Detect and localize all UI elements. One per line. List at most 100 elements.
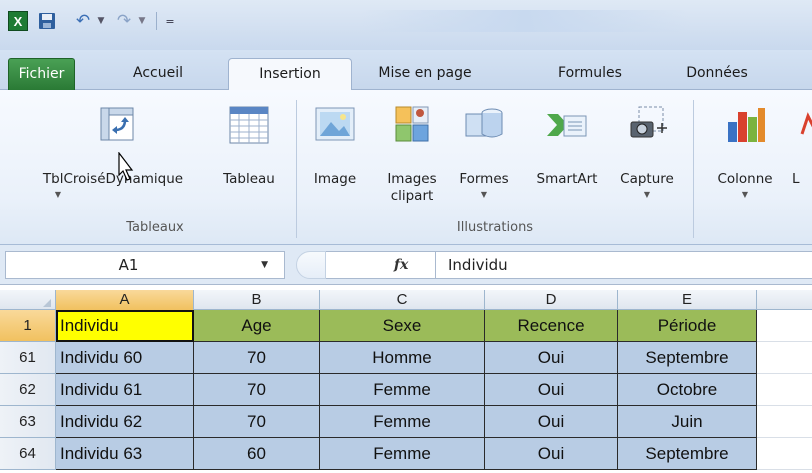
cell-c1[interactable]: Sexe [320, 310, 485, 342]
table-button[interactable]: Tableau [214, 96, 284, 214]
toolbar-separator [156, 12, 157, 30]
column-header-bar: A B C D E [0, 290, 812, 310]
undo-dropdown-icon[interactable]: ▼ [96, 11, 106, 31]
tab-insertion[interactable]: Insertion [228, 58, 352, 92]
column-header-c[interactable]: C [320, 290, 485, 310]
empty-cell[interactable] [757, 438, 812, 470]
shapes-icon [462, 104, 506, 150]
cell-b64[interactable]: 60 [194, 438, 320, 470]
cell-e63[interactable]: Juin [618, 406, 757, 438]
clipart-button[interactable]: Images clipart [377, 96, 447, 214]
smartart-icon [544, 104, 590, 150]
name-box[interactable]: A1 ▼ [5, 251, 285, 279]
cell-b62[interactable]: 70 [194, 374, 320, 406]
table-icon [227, 104, 271, 150]
image-button[interactable]: Image [304, 96, 366, 214]
tab-formules[interactable]: Formules [543, 58, 637, 90]
shapes-dropdown-icon[interactable]: ▼ [452, 190, 516, 199]
tab-fichier[interactable]: Fichier [8, 58, 75, 90]
image-icon [313, 104, 357, 148]
name-box-dropdown-icon[interactable]: ▼ [261, 252, 268, 278]
pivot-table-icon [97, 104, 137, 148]
row-header-1[interactable]: 1 [0, 310, 56, 342]
ribbon-panel: TblCroiséDynamique ▼ Tableau Tableaux Im… [0, 90, 812, 245]
empty-cell[interactable] [757, 374, 812, 406]
table-label: Tableau [223, 171, 275, 187]
cell-e64[interactable]: Septembre [618, 438, 757, 470]
cell-e1[interactable]: Période [618, 310, 757, 342]
capture-dropdown-icon[interactable]: ▼ [612, 190, 682, 199]
column-chart-button[interactable]: Colonne ▼ [703, 96, 787, 214]
save-icon[interactable] [38, 11, 56, 31]
cell-e61[interactable]: Septembre [618, 342, 757, 374]
line-chart-icon [800, 104, 812, 150]
group-label-tableaux: Tableaux [126, 220, 184, 235]
formula-bar-splitter[interactable] [296, 251, 326, 279]
cell-d64[interactable]: Oui [485, 438, 618, 470]
name-box-value: A1 [118, 256, 139, 274]
column-chart-icon [723, 104, 767, 150]
column-header-a[interactable]: A [56, 290, 194, 310]
select-all-corner[interactable] [0, 290, 56, 310]
pivot-table-button[interactable]: TblCroiséDynamique ▼ [4, 96, 222, 214]
ribbon-tabs: Fichier Accueil Insertion Mise en page F… [0, 50, 812, 92]
cell-d61[interactable]: Oui [485, 342, 618, 374]
column-dropdown-icon[interactable]: ▼ [703, 190, 787, 199]
pivot-table-label: TblCroiséDynamique [42, 171, 184, 187]
excel-app-icon[interactable]: X [8, 11, 28, 31]
cell-b63[interactable]: 70 [194, 406, 320, 438]
tab-accueil[interactable]: Accueil [118, 58, 198, 90]
smartart-button[interactable]: SmartArt [526, 96, 608, 214]
insert-function-icon[interactable]: fx [394, 245, 408, 285]
cell-d62[interactable]: Oui [485, 374, 618, 406]
row-header-62[interactable]: 62 [0, 374, 56, 406]
cell-c63[interactable]: Femme [320, 406, 485, 438]
capture-label: Capture [620, 171, 674, 187]
customize-toolbar-icon[interactable]: = [163, 11, 177, 31]
cell-a62[interactable]: Individu 61 [56, 374, 194, 406]
column-chart-label: Colonne [717, 171, 773, 187]
window-title [360, 10, 690, 32]
group-separator [693, 100, 694, 238]
spreadsheet-grid: A B C D E 1 Individu Age Sexe Recence Pé… [0, 290, 812, 473]
shapes-label: Formes [459, 171, 509, 187]
cell-a64[interactable]: Individu 63 [56, 438, 194, 470]
title-bar: X ↶ ▼ ↷ ▼ = [0, 0, 812, 50]
cell-a63[interactable]: Individu 62 [56, 406, 194, 438]
image-label: Image [313, 171, 357, 187]
column-header-b[interactable]: B [194, 290, 320, 310]
redo-dropdown-icon[interactable]: ▼ [137, 11, 147, 31]
tab-donnees[interactable]: Données [672, 58, 762, 90]
empty-cell[interactable] [757, 310, 812, 342]
group-separator [296, 100, 297, 238]
undo-icon[interactable]: ↶ [72, 11, 94, 31]
cell-b61[interactable]: 70 [194, 342, 320, 374]
cell-c62[interactable]: Femme [320, 374, 485, 406]
redo-icon[interactable]: ↷ [113, 11, 135, 31]
row-header-63[interactable]: 63 [0, 406, 56, 438]
line-chart-label: L [792, 171, 800, 187]
cell-e62[interactable]: Octobre [618, 374, 757, 406]
cell-a1[interactable]: Individu [56, 310, 194, 342]
tab-mise-en-page[interactable]: Mise en page [370, 58, 480, 90]
column-header-d[interactable]: D [485, 290, 618, 310]
pivot-dropdown-icon[interactable]: ▼ [0, 190, 222, 199]
formula-bar: A1 ▼ fx Individu [0, 245, 812, 285]
column-header-e[interactable]: E [618, 290, 757, 310]
cell-c64[interactable]: Femme [320, 438, 485, 470]
smartart-label: SmartArt [536, 171, 598, 187]
cell-d1[interactable]: Recence [485, 310, 618, 342]
empty-cell[interactable] [757, 342, 812, 374]
row-header-61[interactable]: 61 [0, 342, 56, 374]
shapes-button[interactable]: Formes ▼ [452, 96, 516, 214]
capture-button[interactable]: Capture ▼ [612, 96, 682, 214]
empty-cell[interactable] [757, 406, 812, 438]
cell-c61[interactable]: Homme [320, 342, 485, 374]
cell-a61[interactable]: Individu 60 [56, 342, 194, 374]
line-chart-button[interactable]: L [792, 96, 812, 214]
cell-b1[interactable]: Age [194, 310, 320, 342]
clipart-label-line1: Images [387, 171, 437, 187]
cell-d63[interactable]: Oui [485, 406, 618, 438]
formula-input[interactable]: Individu [435, 251, 812, 279]
row-header-64[interactable]: 64 [0, 438, 56, 470]
